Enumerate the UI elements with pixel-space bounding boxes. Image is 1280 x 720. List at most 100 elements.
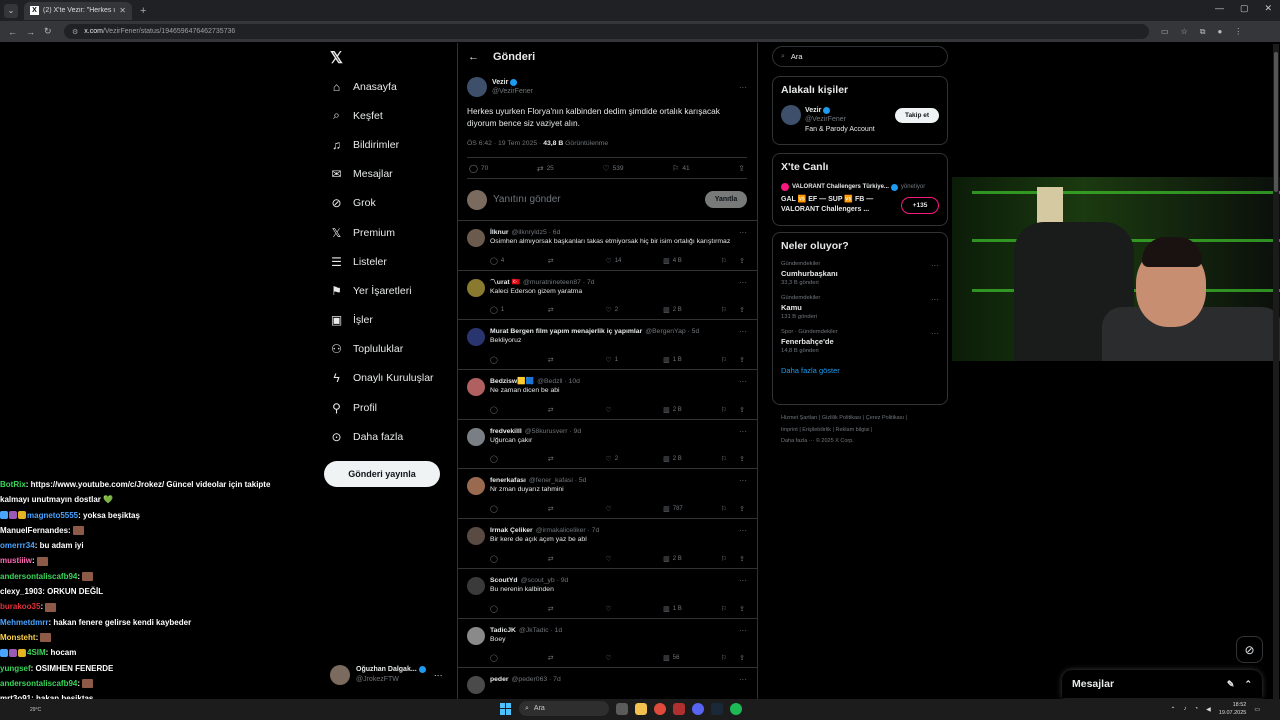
- share-icon[interactable]: ⇪: [739, 505, 745, 513]
- like-button[interactable]: ♡ 2: [605, 306, 655, 314]
- profile-icon[interactable]: ●: [1217, 27, 1222, 37]
- chat-username[interactable]: BotRix: [0, 480, 26, 489]
- volume-icon[interactable]: ◀: [1206, 706, 1211, 713]
- file-explorer-icon[interactable]: [635, 702, 647, 715]
- reply-button[interactable]: ◯: [490, 455, 540, 463]
- chat-username[interactable]: andersontaliscafb94: [0, 679, 77, 688]
- page-scrollbar[interactable]: [1273, 44, 1279, 720]
- nav-item-0[interactable]: ⌂ Anasayfa: [324, 72, 454, 101]
- reply-author[interactable]: TadicJK: [490, 626, 516, 635]
- like-button[interactable]: ♡: [605, 654, 655, 662]
- more-icon[interactable]: ···: [931, 261, 939, 270]
- grok-button[interactable]: ⊘: [1236, 636, 1263, 663]
- repost-button[interactable]: ⇄: [548, 654, 598, 662]
- app-icon[interactable]: [673, 702, 685, 715]
- reply-button[interactable]: ◯: [490, 356, 540, 364]
- nav-item-5[interactable]: 𝕏 Premium: [324, 218, 454, 247]
- bookmark-icon[interactable]: ⚐: [721, 455, 727, 463]
- post-button[interactable]: Gönderi yayınla: [324, 461, 440, 487]
- more-icon[interactable]: ···: [739, 278, 747, 287]
- avatar[interactable]: [467, 77, 487, 97]
- reply-item[interactable]: fredvekilll @58kurusverr · 9d ··· Uğurcan ç…: [458, 420, 757, 470]
- reply-handle[interactable]: @ilknryldz5 · 6d: [512, 228, 739, 237]
- share-icon[interactable]: ⇪: [739, 455, 745, 463]
- reply-button[interactable]: ◯ 70: [469, 164, 488, 173]
- bookmark-icon[interactable]: ⚐: [721, 654, 727, 662]
- nav-item-11[interactable]: ⚲ Profil: [324, 393, 454, 422]
- more-icon[interactable]: ···: [739, 228, 747, 237]
- reply-button[interactable]: ◯: [490, 406, 540, 414]
- more-icon[interactable]: ···: [739, 427, 747, 436]
- repost-button[interactable]: ⇄ 25: [537, 164, 554, 173]
- share-icon[interactable]: ⇪: [739, 555, 745, 563]
- nav-item-9[interactable]: ⚇ Topluluklar: [324, 335, 454, 364]
- reply-handle[interactable]: @JkTadic · 1d: [519, 626, 739, 635]
- reply-item[interactable]: Irmak Çeliker @irmakaliceliker · 7d ··· Bir…: [458, 519, 757, 569]
- chat-username[interactable]: Mehmetdmrr: [0, 618, 48, 627]
- reply-author[interactable]: peder: [490, 675, 509, 684]
- reply-author[interactable]: fenerkafası: [490, 476, 526, 485]
- more-icon[interactable]: ···: [434, 670, 443, 680]
- chrome-icon[interactable]: [654, 702, 666, 715]
- reply-item[interactable]: ScoutYd @scout_yb · 9d ··· Bu nerenin kalbi…: [458, 569, 757, 619]
- reply-author[interactable]: ScoutYd: [490, 576, 518, 585]
- star-icon[interactable]: ☆: [1181, 27, 1188, 37]
- nav-item-7[interactable]: ⚑ Yer İşaretleri: [324, 276, 454, 305]
- author-name[interactable]: Vezir: [492, 79, 508, 86]
- nav-item-1[interactable]: ⌕ Keşfet: [324, 101, 454, 130]
- avatar[interactable]: [467, 576, 485, 595]
- chat-username[interactable]: burakoo35: [0, 602, 40, 611]
- repost-button[interactable]: ⇄: [548, 605, 598, 613]
- steam-icon[interactable]: [711, 702, 723, 715]
- bookmark-icon[interactable]: ⚐: [721, 406, 727, 414]
- repost-button[interactable]: ⇄: [548, 555, 598, 563]
- nav-item-2[interactable]: ♫ Bildirimler: [324, 130, 454, 159]
- repost-button[interactable]: ⇄: [548, 306, 598, 314]
- more-icon[interactable]: ···: [739, 327, 747, 336]
- nav-item-12[interactable]: ⊙ Daha fazla: [324, 422, 454, 451]
- views-button[interactable]: ▥ 4 B: [663, 257, 713, 265]
- reply-handle[interactable]: @muratnineteen87 · 7d: [523, 278, 739, 287]
- avatar[interactable]: [467, 278, 485, 297]
- live-source[interactable]: VALORANT Challengers Türkiye... yönetiyo…: [781, 183, 939, 191]
- reply-handle[interactable]: @scout_yb · 9d: [521, 576, 739, 585]
- bookmark-icon[interactable]: ⚐: [721, 505, 727, 513]
- reply-author[interactable]: fredvekilll: [490, 427, 522, 436]
- account-switcher[interactable]: Oğuzhan Dalgak... @JrokezFTW ···: [330, 661, 450, 689]
- repost-button[interactable]: ⇄: [548, 356, 598, 364]
- chat-username[interactable]: yungsef: [0, 664, 31, 673]
- avatar[interactable]: [467, 229, 485, 247]
- reply-author[interactable]: 〽urat 🇹🇷: [490, 278, 520, 287]
- share-icon[interactable]: ⇪: [739, 306, 745, 314]
- reply-handle[interactable]: @peder063 · 7d: [512, 675, 739, 684]
- reply-submit-button[interactable]: Yanıtla: [705, 191, 747, 208]
- views-button[interactable]: ▥ 1 B: [663, 605, 713, 613]
- reply-item[interactable]: Murat Bergen film yapım menajerlik iç ya…: [458, 320, 757, 371]
- taskbar-search[interactable]: ⌕ Ara: [519, 701, 609, 716]
- share-icon[interactable]: ⇪: [739, 356, 745, 364]
- maximize-icon[interactable]: ▢: [1240, 3, 1249, 14]
- menu-icon[interactable]: ⋮: [1234, 27, 1242, 37]
- reply-button[interactable]: ◯: [490, 555, 540, 563]
- nav-item-10[interactable]: ϟ Onaylı Kuruluşlar: [324, 364, 454, 393]
- like-button[interactable]: ♡: [605, 605, 655, 613]
- reply-author[interactable]: Murat Bergen film yapım menajerlik iç ya…: [490, 327, 642, 336]
- chat-username[interactable]: andersontaliscafb94: [0, 572, 77, 581]
- reply-input[interactable]: Yanıtını gönder: [493, 194, 705, 205]
- avatar[interactable]: [467, 477, 485, 496]
- reply-author[interactable]: Bedzisw🟨🟦: [490, 377, 534, 386]
- chat-username[interactable]: magneto5555: [27, 511, 78, 520]
- author-handle[interactable]: @VezirFener: [492, 87, 739, 96]
- weather-widget[interactable]: 29°C: [30, 707, 41, 713]
- avatar[interactable]: [467, 427, 485, 446]
- trend-item[interactable]: Spor · Gündemdekiler Fenerbahçe'de 14,8 B …: [781, 329, 939, 354]
- more-icon[interactable]: ···: [739, 576, 747, 585]
- reply-button[interactable]: ◯: [490, 605, 540, 613]
- chat-username[interactable]: 4SIM: [27, 648, 46, 657]
- avatar[interactable]: [467, 676, 485, 695]
- reply-item[interactable]: 〽urat 🇹🇷 @muratnineteen87 · 7d ··· Kaleci E…: [458, 271, 757, 321]
- like-button[interactable]: ♡ 2: [605, 455, 655, 463]
- more-icon[interactable]: ···: [739, 675, 747, 684]
- views-button[interactable]: ▥ 2 B: [663, 455, 713, 463]
- bookmark-icon[interactable]: ⚐: [721, 356, 727, 364]
